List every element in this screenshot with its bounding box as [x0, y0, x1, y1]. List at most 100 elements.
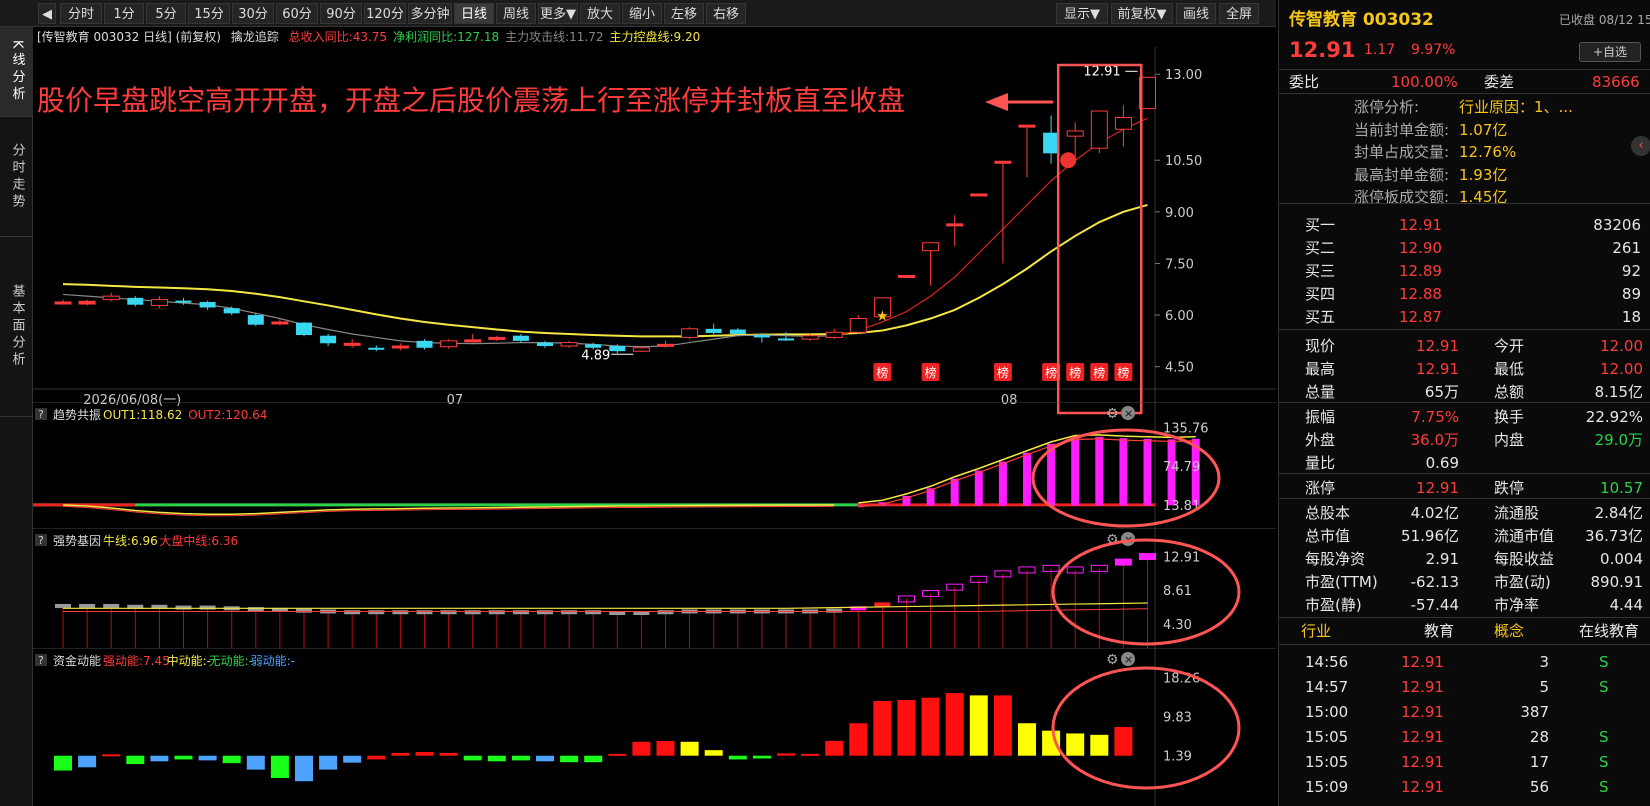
stat-label: 内盘	[1494, 431, 1525, 449]
tick-price: 12.91	[1401, 678, 1444, 696]
tick-volume: 387	[1520, 703, 1549, 721]
candle	[464, 333, 482, 343]
lhb-badge[interactable]: 榜	[921, 363, 940, 381]
panel-value: 强动能:7.45	[103, 654, 170, 668]
add-watchlist-button[interactable]: +自选	[1579, 42, 1641, 62]
market-status: 已收盘 08/12 15:00	[1559, 13, 1650, 27]
left-tab[interactable]: 基本面分析	[0, 237, 33, 417]
indicator-value: 主力控盘线:9.20	[609, 30, 701, 44]
momentum-bar	[897, 700, 916, 756]
period-button[interactable]: 更多▼	[538, 3, 578, 24]
tick-volume: 56	[1529, 778, 1549, 796]
candle	[898, 274, 915, 278]
candle	[849, 315, 867, 334]
bid-price: 12.91	[1399, 216, 1442, 234]
industry-value: 教育	[1424, 622, 1455, 640]
indicator-value: 主力攻击线:11.72	[505, 30, 604, 44]
period-button[interactable]: 周线	[496, 3, 536, 24]
svg-text:榜: 榜	[1117, 365, 1129, 380]
separator	[1279, 473, 1650, 474]
lhb-badge[interactable]: 榜	[993, 363, 1012, 381]
stat-value: 36.0万	[1410, 431, 1459, 449]
back-icon[interactable]: ◀	[38, 3, 56, 24]
period-button[interactable]: 分时	[60, 3, 102, 24]
period-button[interactable]: 左移	[664, 3, 704, 24]
period-button[interactable]: 多分钟	[408, 3, 452, 24]
separator	[1279, 329, 1650, 330]
strong-gene-panel[interactable]: ? 强势基因 牛线:6.96 大盘中线:6.36 ⚙ ×12.918.614.30	[33, 528, 1276, 648]
lhb-badge[interactable]: 榜	[1090, 363, 1109, 381]
period-button[interactable]: 30分	[232, 3, 274, 24]
momentum-bar	[945, 693, 964, 756]
capital-momentum-panel[interactable]: ? 资金动能 强动能:7.45中动能:-无动能:-弱动能:- ⚙ ×18.269.831…	[33, 648, 1276, 806]
left-tab[interactable]: K线分析	[0, 27, 33, 117]
panel-title: 强势基因	[53, 534, 101, 548]
toolbar-right-button[interactable]: 前复权▼	[1111, 3, 1173, 24]
limit-value: 1.93亿	[1459, 165, 1508, 184]
period-button[interactable]: 日线	[454, 3, 494, 24]
period-button[interactable]: 15分	[188, 3, 230, 24]
svg-text:榜: 榜	[997, 365, 1009, 380]
momentum-bar	[656, 740, 675, 756]
gene-mark	[1114, 558, 1132, 566]
tick-flag: S	[1599, 778, 1609, 796]
quote-row: 涨停 12.91 跌停 10.57	[1279, 476, 1650, 500]
panel-tick-label: 74.79	[1163, 460, 1200, 475]
limit-value: 行业原因：1、...	[1459, 98, 1573, 116]
stat-value: 12.00	[1600, 337, 1643, 355]
panel-value: OUT1:118.62	[103, 408, 182, 422]
weibi-value: 100.00%	[1391, 73, 1458, 91]
panel-value: 无动能:-	[209, 654, 253, 668]
collapse-icon[interactable]: ‹	[1631, 136, 1650, 156]
left-tab[interactable]: 分时走势	[0, 117, 33, 237]
gene-mark	[561, 610, 578, 615]
momentum-bar	[801, 753, 820, 756]
period-button[interactable]: 1分	[104, 3, 144, 24]
toolbar-right-button[interactable]: 全屏	[1219, 3, 1259, 24]
period-button[interactable]: 5分	[146, 3, 186, 24]
gene-mark	[1139, 553, 1156, 561]
momentum-bar	[150, 755, 169, 762]
quote-row: 封单占成交量: 12.76%	[1279, 140, 1650, 164]
momentum-bar	[487, 755, 506, 762]
momentum-bar	[777, 753, 795, 756]
tick-time: 15:09	[1305, 778, 1349, 796]
tick-price: 12.91	[1401, 703, 1444, 721]
kline-chart[interactable]: 13.0010.509.007.506.004.50榜榜榜榜榜榜榜★12.914…	[33, 47, 1276, 422]
tick-volume: 5	[1539, 678, 1549, 696]
quote-row: 15:00 12.91 387	[1279, 700, 1650, 724]
lhb-badge[interactable]: 榜	[1114, 363, 1133, 381]
period-button[interactable]: 放大	[580, 3, 620, 24]
period-button[interactable]: 120分	[364, 3, 406, 24]
chart-toolbar: ◀ 分时 1分 5分 15分 30分 60分 90分 120分 多分钟 日线 周线 更多▼ 放大 缩小 左移右…	[0, 0, 1276, 27]
candle	[368, 345, 385, 352]
main-chart-header: [传智教育 003032 日线] (前复权) 擒龙追踪 总收入同比:43.75 净…	[37, 27, 712, 47]
bid-price: 12.88	[1399, 285, 1442, 303]
panel-value: 弱动能:-	[251, 654, 295, 668]
panel-tick-label: 4.30	[1163, 618, 1192, 633]
quote-row: 市盈(静) -57.44 市净率 4.44	[1279, 593, 1650, 617]
gear-icon[interactable]: ⚙	[1106, 652, 1119, 668]
candle	[127, 296, 144, 307]
panel-tick-label: 1.39	[1163, 750, 1192, 765]
panel-value: 牛线:6.96	[103, 533, 158, 548]
toolbar-right-button[interactable]: 显示▼	[1056, 3, 1108, 24]
trend-resonance-panel[interactable]: ? 趋势共振 OUT1:118.62 OUT2:120.64 ⚙ ×135.7674.79…	[33, 402, 1276, 528]
momentum-bar	[174, 755, 193, 760]
period-button[interactable]: 60分	[276, 3, 318, 24]
left-tab-label: K线分析	[9, 39, 25, 104]
help-icon-glyph: ?	[38, 654, 44, 667]
gear-icon[interactable]: ⚙	[1106, 406, 1119, 422]
tick-price: 12.91	[1401, 753, 1444, 771]
stat-value: 29.0万	[1594, 431, 1643, 449]
stat-label: 涨停	[1305, 479, 1336, 497]
stat-value: 7.75%	[1411, 408, 1459, 426]
period-button[interactable]: 缩小	[622, 3, 662, 24]
period-button[interactable]: 右移	[706, 3, 746, 24]
lhb-badge[interactable]: 榜	[1066, 363, 1085, 381]
lhb-badge[interactable]: 榜	[873, 363, 892, 381]
quote-row: 14:56 12.91 3 S	[1279, 650, 1650, 674]
candle	[320, 333, 337, 347]
toolbar-right-button[interactable]: 画线	[1176, 3, 1216, 24]
period-button[interactable]: 90分	[320, 3, 362, 24]
